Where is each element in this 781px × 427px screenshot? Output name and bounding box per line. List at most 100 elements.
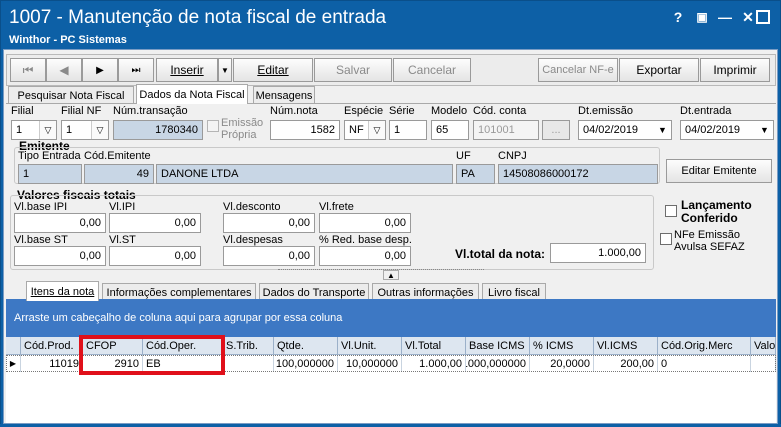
cell-valo[interactable] bbox=[751, 355, 776, 372]
cell-qtde[interactable]: 100,000000 bbox=[274, 355, 338, 372]
codconta-field[interactable]: 101001 bbox=[473, 120, 539, 140]
codconta-lookup-button[interactable]: ... bbox=[542, 120, 570, 140]
uf-field[interactable]: PA bbox=[456, 164, 495, 184]
baseipi-field[interactable]: 0,00 bbox=[14, 213, 106, 233]
first-record-button[interactable]: ⏮ bbox=[10, 58, 46, 82]
filialnf-select[interactable]: 1 ▽ bbox=[61, 120, 109, 140]
col-strib[interactable]: S.Trib. bbox=[223, 337, 274, 355]
cell-vlicms[interactable]: 200,00 bbox=[594, 355, 658, 372]
tab-itens[interactable]: Itens da nota bbox=[26, 281, 99, 301]
cancelar-button[interactable]: Cancelar bbox=[393, 58, 471, 82]
modelo-field[interactable]: 65 bbox=[431, 120, 469, 140]
dtentrada-label: Dt.entrada bbox=[680, 105, 732, 117]
exportar-button[interactable]: Exportar bbox=[619, 58, 699, 82]
dtentrada-value: 04/02/2019 bbox=[685, 124, 741, 136]
maximize-icon[interactable] bbox=[756, 10, 770, 24]
window-subtitle: Winthor - PC Sistemas bbox=[9, 34, 127, 46]
desconto-field[interactable]: 0,00 bbox=[223, 213, 315, 233]
tab-dados-nota[interactable]: Dados da Nota Fiscal bbox=[136, 84, 248, 104]
filial-value: 1 bbox=[16, 124, 23, 136]
cell-strib[interactable] bbox=[223, 355, 274, 372]
filialnf-label: Filial NF bbox=[61, 105, 102, 117]
salvar-button[interactable]: Salvar bbox=[314, 58, 392, 82]
emissao-propria-checkbox[interactable] bbox=[207, 120, 219, 132]
cell-vlunit[interactable]: 10,000000 bbox=[338, 355, 402, 372]
lancamento-conferido-label: Lançamento Conferido bbox=[681, 198, 752, 225]
total-field[interactable]: 1.000,00 bbox=[550, 243, 646, 263]
col-baseicms[interactable]: Base ICMS bbox=[466, 337, 530, 355]
collapse-icon[interactable]: ▲ bbox=[383, 270, 399, 280]
filial-select[interactable]: 1 ▽ bbox=[11, 120, 57, 140]
ipi-label: Vl.IPI bbox=[109, 201, 136, 213]
frete-label: Vl.frete bbox=[319, 201, 354, 213]
help-icon[interactable]: ? bbox=[667, 6, 689, 28]
st-field[interactable]: 0,00 bbox=[109, 246, 201, 266]
row-indicator-header bbox=[6, 337, 21, 355]
baseipi-label: Vl.base IPI bbox=[14, 201, 68, 213]
tab-pesquisar[interactable]: Pesquisar Nota Fiscal bbox=[8, 86, 134, 104]
numnota-field[interactable]: 1582 bbox=[270, 120, 340, 140]
dtemissao-field[interactable]: 04/02/2019 ▼ bbox=[578, 120, 672, 140]
basest-field[interactable]: 0,00 bbox=[14, 246, 106, 266]
tab-mensagens[interactable]: Mensagens bbox=[253, 86, 315, 104]
numnota-label: Núm.nota bbox=[270, 105, 318, 117]
inserir-button[interactable]: Inserir bbox=[156, 58, 218, 82]
transacao-label: Núm.transação bbox=[113, 105, 188, 117]
editar-emitente-button[interactable]: Editar Emitente bbox=[666, 159, 772, 183]
calendar-dropdown-icon[interactable]: ▼ bbox=[756, 121, 773, 139]
total-label: Vl.total da nota: bbox=[455, 247, 545, 261]
col-vlunit[interactable]: Vl.Unit. bbox=[338, 337, 402, 355]
transacao-field[interactable]: 1780340 bbox=[113, 120, 203, 140]
chevron-down-icon[interactable]: ▽ bbox=[39, 121, 56, 139]
col-picms[interactable]: % ICMS bbox=[530, 337, 594, 355]
filial-label: Filial bbox=[11, 105, 34, 117]
cell-codorig[interactable]: 0 bbox=[658, 355, 751, 372]
cell-codprod[interactable]: 11019 bbox=[21, 355, 83, 372]
cell-vltotal[interactable]: 1.000,00 bbox=[402, 355, 466, 372]
cell-baseicms[interactable]: 1000,000000 bbox=[466, 355, 530, 372]
col-valo[interactable]: Valo bbox=[751, 337, 776, 355]
cancelar-nfe-button[interactable]: Cancelar NF-e bbox=[538, 58, 618, 82]
col-vlicms[interactable]: Vl.ICMS bbox=[594, 337, 658, 355]
despesas-field[interactable]: 0,00 bbox=[223, 246, 315, 266]
col-codprod[interactable]: Cód.Prod. bbox=[21, 337, 83, 355]
editar-button[interactable]: Editar bbox=[233, 58, 313, 82]
uf-label: UF bbox=[456, 150, 471, 162]
imprimir-button[interactable]: Imprimir bbox=[700, 58, 770, 82]
serie-field[interactable]: 1 bbox=[389, 120, 427, 140]
especie-value: NF bbox=[349, 124, 364, 136]
lancamento-conferido-checkbox[interactable] bbox=[665, 205, 677, 217]
dtemissao-value: 04/02/2019 bbox=[583, 124, 639, 136]
st-label: Vl.ST bbox=[109, 234, 136, 246]
cell-picms[interactable]: 20,0000 bbox=[530, 355, 594, 372]
col-qtde[interactable]: Qtde. bbox=[274, 337, 338, 355]
chevron-down-icon[interactable]: ▽ bbox=[91, 121, 108, 139]
calendar-dropdown-icon[interactable]: ▼ bbox=[654, 121, 671, 139]
last-record-button[interactable]: ⏭ bbox=[118, 58, 154, 82]
cod-emitente-field[interactable]: 49 bbox=[84, 164, 154, 184]
col-codorig[interactable]: Cód.Orig.Merc bbox=[658, 337, 751, 355]
next-record-button[interactable]: ▶ bbox=[82, 58, 118, 82]
emitente-nome-field[interactable]: DANONE LTDA bbox=[156, 164, 453, 184]
col-vltotal[interactable]: Vl.Total bbox=[402, 337, 466, 355]
tipo-entrada-field[interactable]: 1 bbox=[18, 164, 82, 184]
minimize-icon[interactable]: — bbox=[714, 6, 736, 28]
redbase-field[interactable]: 0,00 bbox=[319, 246, 411, 266]
prev-record-button[interactable]: ◀ bbox=[46, 58, 82, 82]
dtentrada-field[interactable]: 04/02/2019 ▼ bbox=[680, 120, 774, 140]
restore-icon[interactable]: ▣ bbox=[691, 6, 713, 28]
row-indicator-icon: ▶ bbox=[6, 355, 21, 372]
dtemissao-label: Dt.emissão bbox=[578, 105, 634, 117]
chevron-down-icon[interactable]: ▽ bbox=[368, 121, 385, 139]
basest-label: Vl.base ST bbox=[14, 234, 68, 246]
cnpj-field[interactable]: 14508086000172 bbox=[498, 164, 658, 184]
highlight-box bbox=[79, 335, 225, 375]
ipi-field[interactable]: 0,00 bbox=[109, 213, 201, 233]
nfe-avulsa-checkbox[interactable] bbox=[660, 233, 672, 245]
tipo-entrada-label: Tipo Entrada bbox=[18, 150, 81, 162]
frete-field[interactable]: 0,00 bbox=[319, 213, 411, 233]
splitter[interactable] bbox=[278, 269, 484, 273]
codconta-label: Cód. conta bbox=[473, 105, 527, 117]
inserir-dropdown-icon[interactable]: ▼ bbox=[218, 58, 232, 82]
especie-select[interactable]: NF ▽ bbox=[344, 120, 386, 140]
